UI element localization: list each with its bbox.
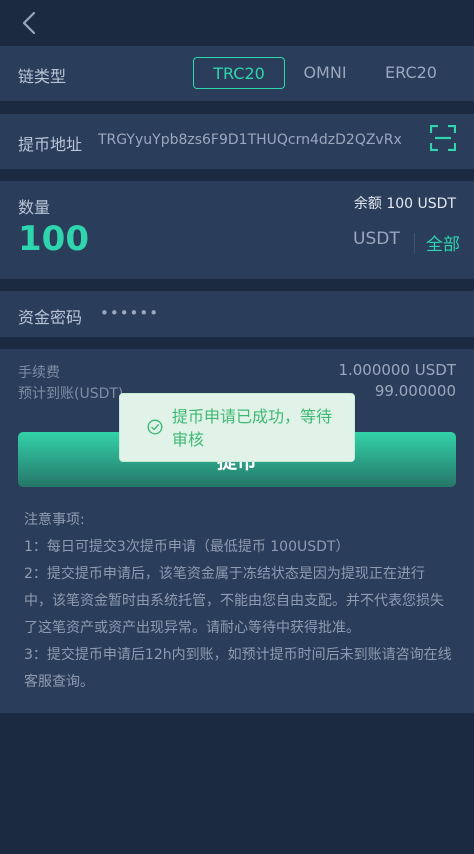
back-arrow-icon[interactable]: [18, 10, 42, 36]
fee-value: 1.000000 USDT: [338, 361, 456, 379]
check-circle-icon: [147, 419, 163, 435]
arrival-label: 预计到账(USDT): [18, 386, 124, 402]
chain-option-trc20[interactable]: TRC20: [193, 57, 285, 89]
arrival-value: 99.000000: [374, 382, 456, 400]
notes-line-2: 2：提交提币申请后，该笔资金属于冻结状态是因为提现正在进行中，该笔资金暂时由系统…: [24, 566, 444, 636]
withdraw-address-row: 提币地址 TRGYyuYpb8zs6F9D1THUQcrn4dzD2QZvRx: [0, 114, 474, 169]
amount-unit: USDT: [353, 229, 400, 249]
fund-password-input[interactable]: ••••••: [100, 304, 159, 322]
withdraw-address-input[interactable]: TRGYyuYpb8zs6F9D1THUQcrn4dzD2QZvRx: [98, 132, 408, 148]
withdraw-address-label: 提币地址: [18, 135, 83, 154]
notes-title: 注意事项:: [24, 512, 85, 528]
notes-section: 注意事项: 1：每日可提交3次提币申请（最低提币 100USDT） 2：提交提币…: [24, 507, 452, 696]
fee-label: 手续费: [18, 365, 60, 381]
notes-line-1: 1：每日可提交3次提币申请（最低提币 100USDT）: [24, 539, 350, 555]
success-toast: 提币申请已成功，等待审核: [119, 393, 355, 462]
fund-password-row: 资金密码 ••••••: [0, 291, 474, 337]
unit-divider: [414, 233, 415, 253]
amount-row: 数量 余额 100 USDT 100 USDT 全部: [0, 181, 474, 279]
toast-message: 提币申请已成功，等待审核: [172, 407, 333, 449]
chain-option-erc20[interactable]: ERC20: [372, 57, 450, 89]
chain-option-omni[interactable]: OMNI: [288, 57, 362, 89]
amount-label: 数量: [18, 198, 51, 217]
top-bar: [0, 0, 474, 46]
notes-line-3: 3：提交提币申请后12h内到账，如预计提币时间后未到账请咨询在线客服查询。: [24, 647, 452, 690]
scan-qr-icon[interactable]: [430, 125, 456, 151]
chain-type-row: 链类型 TRC20 OMNI ERC20: [0, 46, 474, 101]
withdraw-all-button[interactable]: 全部: [426, 230, 460, 255]
balance-text: 余额 100 USDT: [353, 196, 456, 212]
amount-input[interactable]: 100: [18, 219, 89, 259]
fund-password-label: 资金密码: [18, 308, 83, 327]
chain-type-label: 链类型: [18, 67, 67, 86]
